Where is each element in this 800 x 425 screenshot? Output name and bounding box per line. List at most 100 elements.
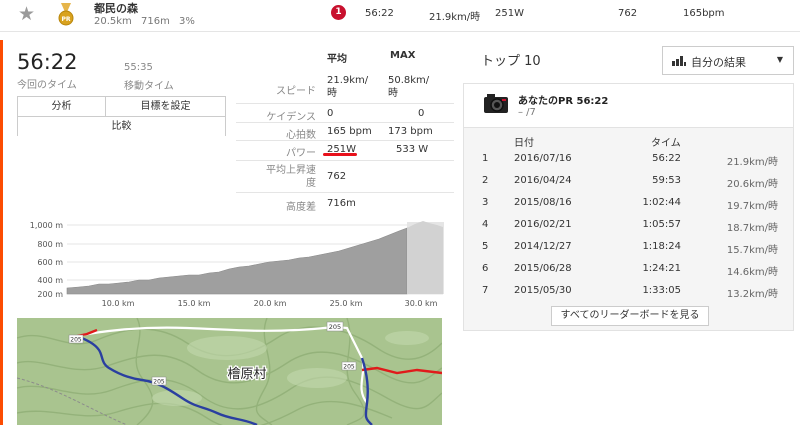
elapsed-time: 56:22	[17, 50, 78, 74]
analyze-button[interactable]: 分析	[18, 97, 106, 117]
route-shield: 205	[68, 334, 84, 344]
view-full-leaderboard-button[interactable]: すべてのリーダーボードを見る	[551, 306, 709, 326]
row-speed: 15.7km/時	[726, 245, 778, 256]
y-tick: 600 m	[37, 258, 63, 267]
results-filter-dropdown[interactable]: 自分の結果 ▼	[662, 46, 794, 75]
stat-cadence-avg: 0	[327, 108, 334, 119]
y-tick: 200 m	[37, 290, 63, 299]
pr-rank: – /7	[518, 107, 536, 118]
row-time: 1:02:44	[642, 197, 681, 208]
y-tick: 1,000 m	[30, 221, 63, 230]
elevation-x-axis: 10.0 km 15.0 km 20.0 km 25.0 km 30.0 km	[102, 299, 438, 308]
accent-bar	[0, 40, 3, 425]
x-tick: 20.0 km	[254, 299, 287, 308]
x-tick: 15.0 km	[178, 299, 211, 308]
col-header-time: タイム	[651, 138, 681, 149]
stat-heartrate-avg: 165 bpm	[327, 126, 372, 137]
segment-row[interactable]: ★ PR 都民の森 20.5km 716m 3% 1 56:22 21.9km/…	[0, 0, 800, 32]
stat-label-climb-rate: 平均上昇速 度	[266, 165, 316, 189]
row-rank: 6	[482, 263, 489, 274]
compare-button[interactable]: 比較	[18, 117, 225, 137]
row-speed: 21.9km/時	[726, 157, 778, 168]
pr-medal-icon: PR	[58, 3, 74, 26]
power-highlight-underline	[323, 153, 357, 156]
segment-elev-gain: 762	[618, 8, 638, 19]
dropdown-label: 自分の結果	[691, 56, 746, 69]
row-date[interactable]: 2016/07/16	[514, 153, 572, 164]
divider	[236, 160, 454, 161]
stat-label-cadence: ケイデンス	[266, 112, 316, 123]
row-date[interactable]: 2015/08/16	[514, 197, 572, 208]
svg-text:PR: PR	[61, 16, 70, 23]
stats-col-max: MAX	[390, 50, 416, 61]
personal-record: あなたのPR 56:22 – /7	[464, 84, 793, 128]
table-row[interactable]: 3 2015/08/16 1:02:44 19.7km/時	[464, 192, 793, 214]
map-place-label: 檜原村	[227, 366, 266, 382]
table-row[interactable]: 5 2014/12/27 1:18:24 15.7km/時	[464, 236, 793, 258]
row-speed: 14.6km/時	[726, 267, 778, 278]
elevation-area	[66, 227, 408, 295]
stats-col-avg: 平均	[327, 54, 347, 65]
row-time: 1:18:24	[642, 241, 681, 252]
stat-elev-diff-avg: 716m	[327, 198, 356, 209]
segment-name[interactable]: 都民の森	[94, 0, 138, 16]
segment-speed: 21.9km/時	[429, 12, 481, 23]
moving-label: 移動タイム	[124, 81, 174, 92]
row-date[interactable]: 2016/02/21	[514, 219, 572, 230]
route-shield-label: 205	[153, 379, 165, 386]
x-tick: 30.0 km	[405, 299, 438, 308]
stat-label-power: パワー	[286, 148, 316, 159]
pr-title: あなたのPR 56:22	[518, 96, 609, 107]
divider	[236, 140, 454, 141]
stat-climb-rate-avg: 762	[327, 171, 347, 182]
star-icon[interactable]: ★	[18, 3, 35, 25]
table-row[interactable]: 4 2016/02/21 1:05:57 18.7km/時	[464, 214, 793, 236]
row-time: 1:24:21	[642, 263, 681, 274]
row-rank: 7	[482, 285, 489, 296]
row-speed: 20.6km/時	[726, 179, 778, 190]
route-shield: 205	[341, 361, 357, 371]
row-date[interactable]: 2016/04/24	[514, 175, 572, 186]
divider	[236, 122, 454, 123]
avatar[interactable]	[482, 90, 510, 118]
chevron-down-icon: ▼	[776, 55, 783, 64]
segment-meta: 20.5km 716m 3%	[94, 16, 195, 27]
leaderboard-title: トップ 10	[481, 54, 541, 69]
table-row[interactable]: 7 2015/05/30 1:33:05 13.2km/時	[464, 280, 793, 302]
y-tick: 800 m	[37, 240, 63, 249]
row-rank: 1	[482, 153, 489, 164]
x-tick: 25.0 km	[330, 299, 363, 308]
stat-speed-avg: 21.9km/ 時	[327, 75, 369, 99]
route-map[interactable]: 205 205 205 205 檜原村	[17, 318, 442, 425]
route-shield-label: 205	[343, 364, 355, 371]
stat-speed-max: 50.8km/ 時	[388, 75, 430, 99]
elapsed-label: 今回のタイム	[17, 80, 77, 91]
row-rank: 3	[482, 197, 489, 208]
rank-badge: 1	[331, 5, 346, 20]
elevation-area-tail	[407, 221, 443, 294]
action-buttons: 分析 目標を設定 比較	[17, 96, 226, 137]
route-shield-label: 205	[70, 337, 82, 344]
bar-chart-icon	[672, 56, 686, 66]
route-shield: 205	[151, 376, 167, 386]
col-header-date: 日付	[514, 138, 534, 149]
segment-power: 251W	[495, 8, 524, 19]
divider	[236, 103, 454, 104]
divider	[236, 192, 454, 193]
stat-label-speed: スピード	[276, 86, 316, 97]
set-goal-button[interactable]: 目標を設定	[106, 97, 225, 117]
row-time: 56:22	[652, 153, 681, 164]
elevation-chart[interactable]: 1,000 m 800 m 600 m 400 m 200 m 10.0 km …	[17, 210, 444, 315]
route-shield: 205	[326, 321, 344, 332]
table-row[interactable]: 6 2015/06/28 1:24:21 14.6km/時	[464, 258, 793, 280]
table-row[interactable]: 1 2016/07/16 56:22 21.9km/時	[464, 148, 793, 170]
row-time: 59:53	[652, 175, 681, 186]
row-date[interactable]: 2014/12/27	[514, 241, 572, 252]
row-date[interactable]: 2015/06/28	[514, 263, 572, 274]
table-row[interactable]: 2 2016/04/24 59:53 20.6km/時	[464, 170, 793, 192]
row-date[interactable]: 2015/05/30	[514, 285, 572, 296]
route-shield-label: 205	[329, 323, 341, 331]
row-speed: 18.7km/時	[726, 223, 778, 234]
y-tick: 400 m	[37, 276, 63, 285]
leaderboard-panel: あなたのPR 56:22 – /7 日付 タイム 1 2016/07/16 56…	[463, 83, 794, 331]
